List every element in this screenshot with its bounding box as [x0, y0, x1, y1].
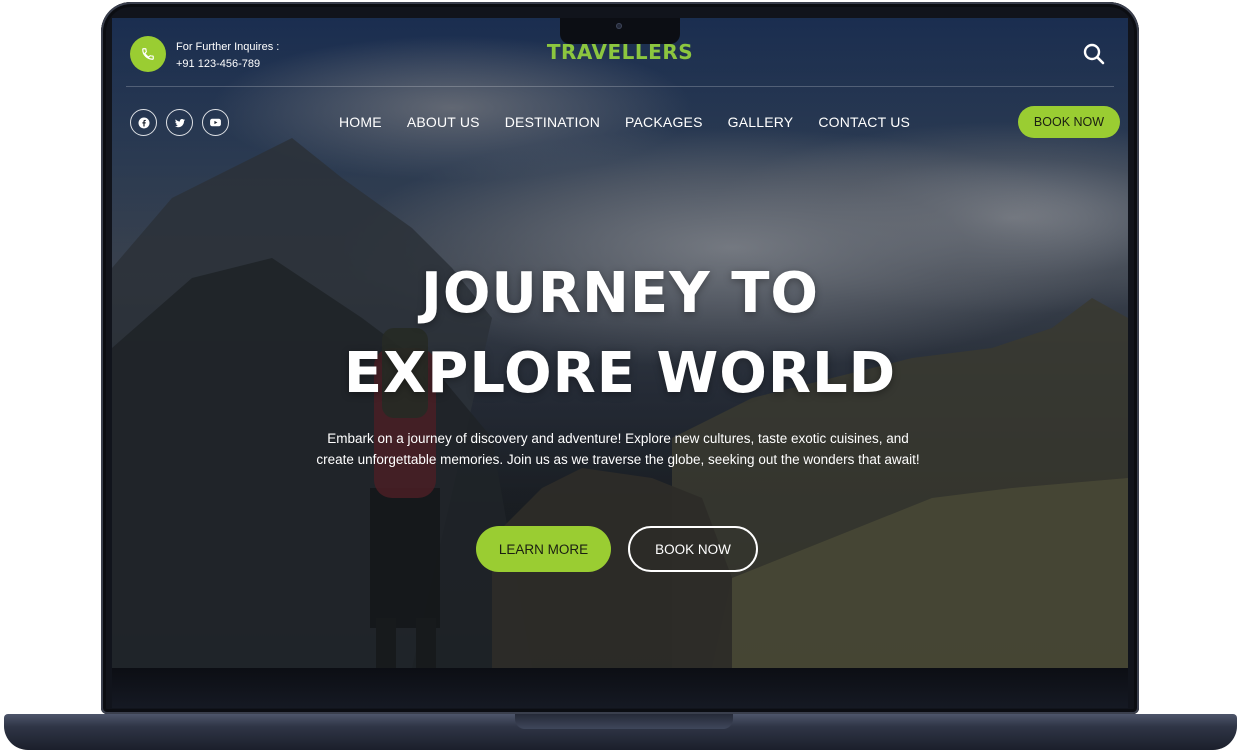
- hero-title-line-1: JOURNEY TO: [420, 261, 819, 326]
- hero-book-now-button[interactable]: BOOK NOW: [628, 526, 758, 572]
- search-icon: [1083, 43, 1105, 65]
- camera-icon: [616, 23, 622, 29]
- laptop-mockup: For Further Inquires : +91 123-456-789 T…: [0, 0, 1241, 754]
- nav-item-gallery[interactable]: GALLERY: [728, 114, 794, 130]
- twitter-icon: [174, 118, 185, 127]
- youtube-icon: [210, 118, 221, 127]
- laptop-base: [4, 714, 1237, 750]
- hero-title: JOURNEY TO EXPLORE WORLD: [112, 254, 1128, 414]
- main-nav: HOME ABOUT US DESTINATION PACKAGES GALLE…: [339, 114, 935, 130]
- social-links: [130, 109, 229, 136]
- twitter-link[interactable]: [166, 109, 193, 136]
- nav-item-contact-us[interactable]: CONTACT US: [818, 114, 910, 130]
- hero-title-line-2: EXPLORE WORLD: [343, 341, 897, 406]
- search-button[interactable]: [1082, 42, 1106, 66]
- laptop-base-notch: [515, 714, 733, 729]
- hero-description: Embark on a journey of discovery and adv…: [316, 431, 920, 467]
- header-book-now-button[interactable]: BOOK NOW: [1018, 106, 1120, 138]
- facebook-icon: [138, 117, 149, 128]
- nav-item-packages[interactable]: PACKAGES: [625, 114, 703, 130]
- nav-item-home[interactable]: HOME: [339, 114, 382, 130]
- header-divider: [126, 86, 1114, 87]
- facebook-link[interactable]: [130, 109, 157, 136]
- camera-notch: [560, 18, 680, 44]
- nav-item-about-us[interactable]: ABOUT US: [407, 114, 480, 130]
- website-screen: For Further Inquires : +91 123-456-789 T…: [112, 18, 1128, 668]
- nav-item-destination[interactable]: DESTINATION: [505, 114, 600, 130]
- learn-more-button[interactable]: LEARN MORE: [476, 526, 611, 572]
- screen-bottom-bezel: [112, 668, 1128, 708]
- youtube-link[interactable]: [202, 109, 229, 136]
